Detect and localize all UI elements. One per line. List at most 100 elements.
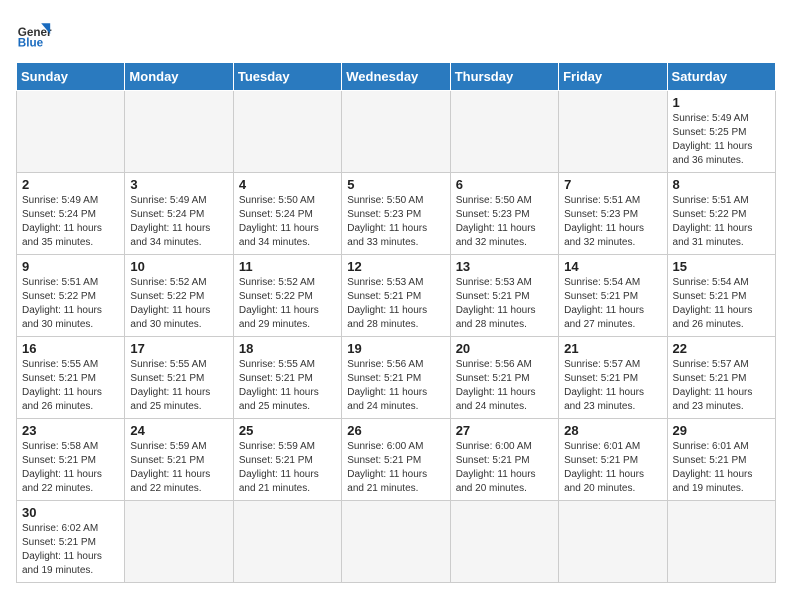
- calendar-cell: 18Sunrise: 5:55 AM Sunset: 5:21 PM Dayli…: [233, 337, 341, 419]
- cell-info: Sunrise: 6:00 AM Sunset: 5:21 PM Dayligh…: [456, 440, 553, 496]
- cell-info: Sunrise: 5:53 AM Sunset: 5:21 PM Dayligh…: [347, 276, 444, 332]
- day-number: 28: [564, 423, 661, 438]
- cell-info: Sunrise: 5:49 AM Sunset: 5:24 PM Dayligh…: [130, 194, 227, 250]
- cell-info: Sunrise: 5:51 AM Sunset: 5:22 PM Dayligh…: [673, 194, 770, 250]
- cell-info: Sunrise: 5:51 AM Sunset: 5:22 PM Dayligh…: [22, 276, 119, 332]
- day-number: 10: [130, 259, 227, 274]
- calendar-cell: [342, 501, 450, 583]
- cell-info: Sunrise: 5:59 AM Sunset: 5:21 PM Dayligh…: [239, 440, 336, 496]
- day-number: 4: [239, 177, 336, 192]
- weekday-sunday: Sunday: [17, 63, 125, 91]
- day-number: 29: [673, 423, 770, 438]
- calendar-cell: 3 Sunrise: 5:49 AM Sunset: 5:24 PM Daylig…: [125, 173, 233, 255]
- day-number: 25: [239, 423, 336, 438]
- weekday-header-row: SundayMondayTuesdayWednesdayThursdayFrid…: [17, 63, 776, 91]
- calendar-cell: [667, 501, 775, 583]
- day-number: 12: [347, 259, 444, 274]
- cell-info: Sunrise: 6:00 AM Sunset: 5:21 PM Dayligh…: [347, 440, 444, 496]
- day-number: 5: [347, 177, 444, 192]
- calendar-cell: 14 Sunrise: 5:54 AM Sunset: 5:21 PM Dayli…: [559, 255, 667, 337]
- day-number: 26: [347, 423, 444, 438]
- cell-info: Sunrise: 5:59 AM Sunset: 5:21 PM Dayligh…: [130, 440, 227, 496]
- calendar-cell: 15 Sunrise: 5:54 AM Sunset: 5:21 PM Dayli…: [667, 255, 775, 337]
- calendar-cell: 8 Sunrise: 5:51 AM Sunset: 5:22 PM Daylig…: [667, 173, 775, 255]
- logo: General Blue: [16, 16, 52, 52]
- calendar-cell: 19 Sunrise: 5:56 AM Sunset: 5:21 PM Dayli…: [342, 337, 450, 419]
- cell-info: Sunrise: 5:50 AM Sunset: 5:23 PM Dayligh…: [456, 194, 553, 250]
- cell-info: Sunrise: 5:55 AM Sunset: 5:21 PM Dayligh…: [130, 358, 227, 414]
- day-number: 2: [22, 177, 119, 192]
- calendar-cell: 29Sunrise: 6:01 AM Sunset: 5:21 PM Dayli…: [667, 419, 775, 501]
- calendar-week-3: 9 Sunrise: 5:51 AM Sunset: 5:22 PM Daylig…: [17, 255, 776, 337]
- calendar-cell: 26 Sunrise: 6:00 AM Sunset: 5:21 PM Dayli…: [342, 419, 450, 501]
- day-number: 14: [564, 259, 661, 274]
- cell-info: Sunrise: 5:56 AM Sunset: 5:21 PM Dayligh…: [456, 358, 553, 414]
- svg-text:Blue: Blue: [18, 37, 44, 50]
- calendar-cell: [559, 91, 667, 173]
- day-number: 18: [239, 341, 336, 356]
- calendar-cell: 28 Sunrise: 6:01 AM Sunset: 5:21 PM Dayli…: [559, 419, 667, 501]
- cell-info: Sunrise: 5:55 AM Sunset: 5:21 PM Dayligh…: [22, 358, 119, 414]
- calendar-cell: 30 Sunrise: 6:02 AM Sunset: 5:21 PM Dayli…: [17, 501, 125, 583]
- cell-info: Sunrise: 5:50 AM Sunset: 5:23 PM Dayligh…: [347, 194, 444, 250]
- day-number: 6: [456, 177, 553, 192]
- calendar-cell: 20Sunrise: 5:56 AM Sunset: 5:21 PM Dayli…: [450, 337, 558, 419]
- calendar-cell: 1 Sunrise: 5:49 AM Sunset: 5:25 PM Daylig…: [667, 91, 775, 173]
- cell-info: Sunrise: 5:50 AM Sunset: 5:24 PM Dayligh…: [239, 194, 336, 250]
- calendar-cell: [559, 501, 667, 583]
- weekday-tuesday: Tuesday: [233, 63, 341, 91]
- calendar-cell: 6 Sunrise: 5:50 AM Sunset: 5:23 PM Daylig…: [450, 173, 558, 255]
- calendar-week-4: 16Sunrise: 5:55 AM Sunset: 5:21 PM Dayli…: [17, 337, 776, 419]
- cell-info: Sunrise: 5:58 AM Sunset: 5:21 PM Dayligh…: [22, 440, 119, 496]
- calendar-cell: 4 Sunrise: 5:50 AM Sunset: 5:24 PM Daylig…: [233, 173, 341, 255]
- calendar-cell: 10 Sunrise: 5:52 AM Sunset: 5:22 PM Dayli…: [125, 255, 233, 337]
- calendar-cell: [17, 91, 125, 173]
- cell-info: Sunrise: 5:57 AM Sunset: 5:21 PM Dayligh…: [564, 358, 661, 414]
- calendar-cell: 11Sunrise: 5:52 AM Sunset: 5:22 PM Dayli…: [233, 255, 341, 337]
- day-number: 17: [130, 341, 227, 356]
- calendar-week-1: 1 Sunrise: 5:49 AM Sunset: 5:25 PM Daylig…: [17, 91, 776, 173]
- calendar-cell: 9 Sunrise: 5:51 AM Sunset: 5:22 PM Daylig…: [17, 255, 125, 337]
- calendar-cell: 17 Sunrise: 5:55 AM Sunset: 5:21 PM Dayli…: [125, 337, 233, 419]
- day-number: 27: [456, 423, 553, 438]
- calendar-cell: 22Sunrise: 5:57 AM Sunset: 5:21 PM Dayli…: [667, 337, 775, 419]
- cell-info: Sunrise: 5:54 AM Sunset: 5:21 PM Dayligh…: [673, 276, 770, 332]
- day-number: 1: [673, 95, 770, 110]
- calendar-cell: 7Sunrise: 5:51 AM Sunset: 5:23 PM Daylig…: [559, 173, 667, 255]
- cell-info: Sunrise: 5:49 AM Sunset: 5:24 PM Dayligh…: [22, 194, 119, 250]
- calendar-cell: 24Sunrise: 5:59 AM Sunset: 5:21 PM Dayli…: [125, 419, 233, 501]
- calendar-cell: [450, 91, 558, 173]
- cell-info: Sunrise: 5:52 AM Sunset: 5:22 PM Dayligh…: [130, 276, 227, 332]
- day-number: 23: [22, 423, 119, 438]
- calendar-week-5: 23 Sunrise: 5:58 AM Sunset: 5:21 PM Dayli…: [17, 419, 776, 501]
- calendar-cell: [233, 501, 341, 583]
- day-number: 30: [22, 505, 119, 520]
- calendar-week-2: 2 Sunrise: 5:49 AM Sunset: 5:24 PM Daylig…: [17, 173, 776, 255]
- cell-info: Sunrise: 5:57 AM Sunset: 5:21 PM Dayligh…: [673, 358, 770, 414]
- weekday-friday: Friday: [559, 63, 667, 91]
- day-number: 15: [673, 259, 770, 274]
- day-number: 21: [564, 341, 661, 356]
- calendar-cell: 12 Sunrise: 5:53 AM Sunset: 5:21 PM Dayli…: [342, 255, 450, 337]
- calendar-cell: 27 Sunrise: 6:00 AM Sunset: 5:21 PM Dayli…: [450, 419, 558, 501]
- weekday-thursday: Thursday: [450, 63, 558, 91]
- cell-info: Sunrise: 6:01 AM Sunset: 5:21 PM Dayligh…: [564, 440, 661, 496]
- cell-info: Sunrise: 5:56 AM Sunset: 5:21 PM Dayligh…: [347, 358, 444, 414]
- calendar-cell: [233, 91, 341, 173]
- day-number: 9: [22, 259, 119, 274]
- day-number: 8: [673, 177, 770, 192]
- weekday-monday: Monday: [125, 63, 233, 91]
- cell-info: Sunrise: 5:53 AM Sunset: 5:21 PM Dayligh…: [456, 276, 553, 332]
- day-number: 19: [347, 341, 444, 356]
- day-number: 3: [130, 177, 227, 192]
- calendar-cell: 16Sunrise: 5:55 AM Sunset: 5:21 PM Dayli…: [17, 337, 125, 419]
- cell-info: Sunrise: 5:49 AM Sunset: 5:25 PM Dayligh…: [673, 112, 770, 168]
- calendar-cell: 13Sunrise: 5:53 AM Sunset: 5:21 PM Dayli…: [450, 255, 558, 337]
- calendar-week-6: 30 Sunrise: 6:02 AM Sunset: 5:21 PM Dayli…: [17, 501, 776, 583]
- page-header: General Blue: [16, 16, 776, 52]
- calendar-cell: [125, 501, 233, 583]
- calendar-cell: 25 Sunrise: 5:59 AM Sunset: 5:21 PM Dayli…: [233, 419, 341, 501]
- calendar-cell: [342, 91, 450, 173]
- cell-info: Sunrise: 6:02 AM Sunset: 5:21 PM Dayligh…: [22, 522, 119, 578]
- cell-info: Sunrise: 5:54 AM Sunset: 5:21 PM Dayligh…: [564, 276, 661, 332]
